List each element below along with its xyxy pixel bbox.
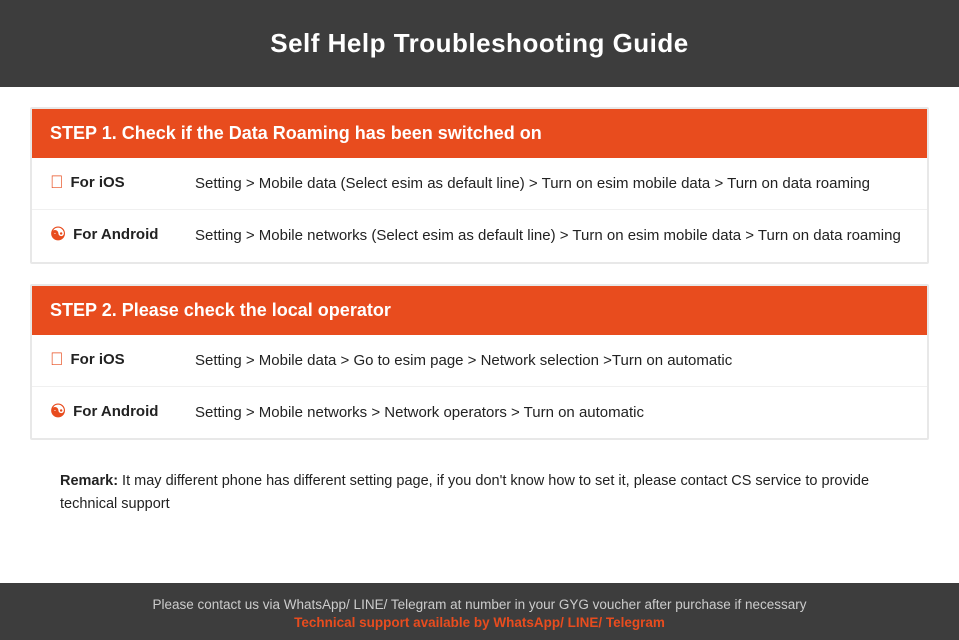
remark-label: Remark: bbox=[60, 473, 118, 489]
page-title: Self Help Troubleshooting Guide bbox=[20, 28, 939, 59]
step2-ios-label:  For iOS bbox=[50, 349, 195, 370]
footer-contact-text: Please contact us via WhatsApp/ LINE/ Te… bbox=[20, 597, 939, 612]
step2-android-text: Setting > Mobile networks > Network oper… bbox=[195, 401, 644, 424]
step2-block: STEP 2. Please check the local operator … bbox=[30, 284, 929, 441]
step2-ios-text: Setting > Mobile data > Go to esim page … bbox=[195, 349, 732, 372]
step2-ios-row:  For iOS Setting > Mobile data > Go to … bbox=[32, 335, 927, 387]
step2-android-row: ☯ For Android Setting > Mobile networks … bbox=[32, 387, 927, 438]
step1-ios-text: Setting > Mobile data (Select esim as de… bbox=[195, 172, 870, 195]
remark-section: Remark: It may different phone has diffe… bbox=[30, 460, 929, 530]
footer: Please contact us via WhatsApp/ LINE/ Te… bbox=[0, 583, 959, 640]
apple-icon:  bbox=[50, 172, 64, 193]
step1-header: STEP 1. Check if the Data Roaming has be… bbox=[32, 109, 927, 158]
footer-support-text: Technical support available by WhatsApp/… bbox=[20, 615, 939, 630]
step1-ios-label:  For iOS bbox=[50, 172, 195, 193]
apple-icon-2:  bbox=[50, 349, 64, 370]
step1-body:  For iOS Setting > Mobile data (Select … bbox=[32, 158, 927, 262]
step2-android-label: ☯ For Android bbox=[50, 401, 195, 422]
step2-header: STEP 2. Please check the local operator bbox=[32, 286, 927, 335]
step1-android-row: ☯ For Android Setting > Mobile networks … bbox=[32, 210, 927, 261]
step1-android-label: ☯ For Android bbox=[50, 224, 195, 245]
page-header: Self Help Troubleshooting Guide bbox=[0, 0, 959, 87]
step2-body:  For iOS Setting > Mobile data > Go to … bbox=[32, 335, 927, 439]
android-icon-2: ☯ bbox=[50, 401, 66, 422]
step1-ios-row:  For iOS Setting > Mobile data (Select … bbox=[32, 158, 927, 210]
main-content: STEP 1. Check if the Data Roaming has be… bbox=[0, 87, 959, 583]
android-icon: ☯ bbox=[50, 224, 66, 245]
remark-text: It may different phone has different set… bbox=[60, 473, 869, 512]
step1-block: STEP 1. Check if the Data Roaming has be… bbox=[30, 107, 929, 264]
step1-android-text: Setting > Mobile networks (Select esim a… bbox=[195, 224, 901, 247]
